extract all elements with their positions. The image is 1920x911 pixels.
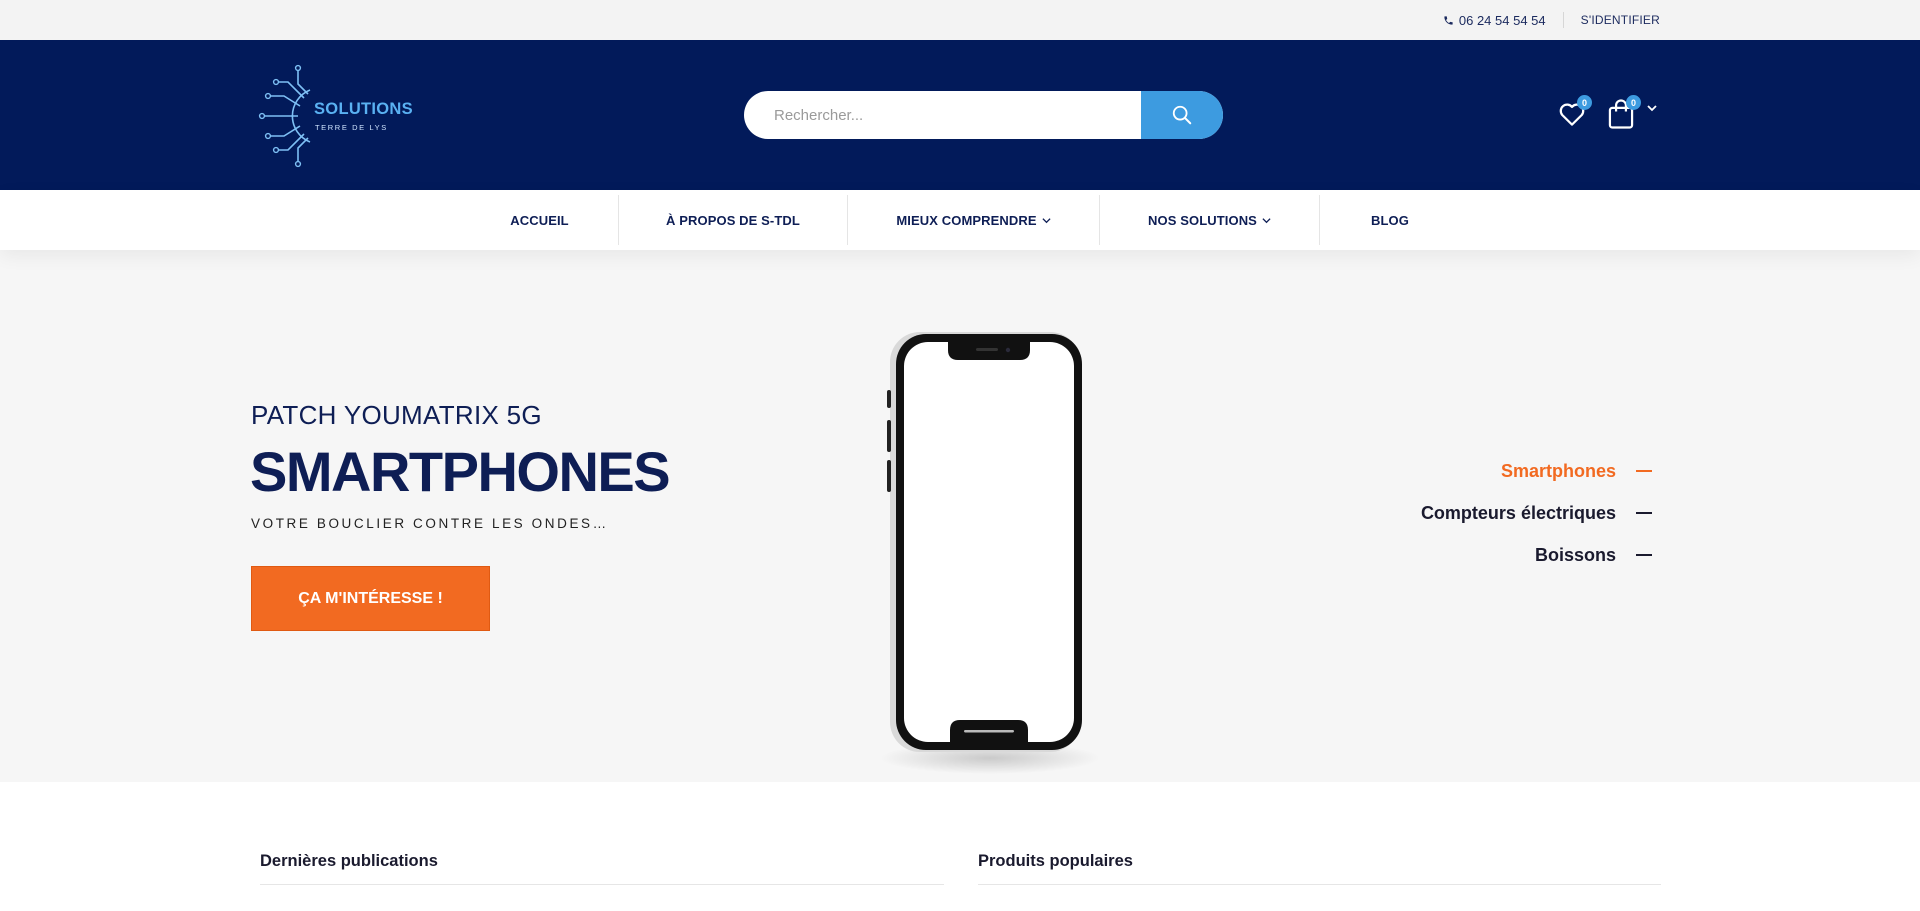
- hero-slider: PATCH YOUMATRIX 5G SMARTPHONES VOTRE BOU…: [0, 250, 1920, 782]
- chevron-down-icon: [1042, 217, 1051, 223]
- slide-label: Smartphones: [1500, 460, 1616, 481]
- hero-cta-button[interactable]: ÇA M'INTÉRESSE !: [251, 566, 490, 631]
- cart-button[interactable]: 0: [1606, 95, 1641, 131]
- phone-number: 06 24 54 54 54: [1458, 12, 1546, 28]
- smartphone-image: [880, 332, 1100, 774]
- signin-link[interactable]: S'identifier: [1564, 13, 1660, 27]
- nav-item-label: MIEUX COMPRENDRE: [896, 212, 1037, 228]
- slide-label: Boissons: [1534, 544, 1616, 565]
- nav-item-label: À PROPOS DE S-TDL: [666, 212, 800, 228]
- dash-icon: [1636, 470, 1652, 472]
- nav-items: ACCUEIL À PROPOS DE S-TDL MIEUX COMPREND…: [461, 190, 1460, 250]
- wishlist-button[interactable]: 0: [1557, 95, 1592, 131]
- chevron-down-icon[interactable]: [1646, 103, 1658, 113]
- search-icon: [1172, 105, 1192, 125]
- top-bar: 06 24 54 54 54 S'identifier: [0, 0, 1920, 40]
- logo-title: SOLUTIONS: [314, 100, 413, 118]
- latest-posts-heading: Dernières publications: [260, 852, 438, 870]
- search-bar: [744, 91, 1223, 139]
- nav-item-nos-solutions[interactable]: NOS SOLUTIONS: [1100, 190, 1319, 250]
- divider: [260, 884, 944, 885]
- hero-title: SMARTPHONES: [250, 440, 671, 503]
- slide-link-smartphones[interactable]: Smartphones: [1421, 450, 1652, 492]
- nav-item-blog[interactable]: BLOG: [1320, 190, 1460, 250]
- logo-subtitle: TERRE DE LYS: [315, 123, 388, 132]
- logo[interactable]: SOLUTIONS TERRE DE LYS: [258, 64, 418, 168]
- nav-item-label: ACCUEIL: [510, 212, 569, 228]
- popular-products-heading: Produits populaires: [978, 852, 1133, 870]
- divider: [978, 884, 1661, 885]
- slider-nav: Smartphones Compteurs électriques Boisso…: [1421, 450, 1652, 576]
- dash-icon: [1636, 554, 1652, 556]
- nav-item-accueil[interactable]: ACCUEIL: [461, 190, 618, 250]
- slide-link-compteurs[interactable]: Compteurs électriques: [1421, 492, 1652, 534]
- circuit-logo-icon: [258, 64, 311, 168]
- dash-icon: [1636, 512, 1652, 514]
- chevron-down-icon: [1262, 217, 1271, 223]
- nav-item-mieux-comprendre[interactable]: MIEUX COMPRENDRE: [848, 190, 1099, 250]
- hero-tagline: VOTRE BOUCLIER CONTRE LES ONDES…: [251, 516, 609, 531]
- wishlist-count-badge: 0: [1577, 95, 1592, 110]
- top-bar-links: 06 24 54 54 54 S'identifier: [1443, 0, 1660, 40]
- nav-item-a-propos[interactable]: À PROPOS DE S-TDL: [619, 190, 847, 250]
- cart-count-badge: 0: [1626, 95, 1641, 110]
- nav-item-label: NOS SOLUTIONS: [1148, 212, 1257, 228]
- phone-icon: [1444, 15, 1453, 25]
- header: SOLUTIONS TERRE DE LYS 0 0: [0, 40, 1920, 190]
- hero-subtitle: PATCH YOUMATRIX 5G: [251, 400, 542, 430]
- slide-label: Compteurs électriques: [1420, 502, 1616, 523]
- main-nav: ACCUEIL À PROPOS DE S-TDL MIEUX COMPREND…: [0, 190, 1920, 250]
- search-button[interactable]: [1141, 91, 1223, 139]
- nav-item-label: BLOG: [1371, 212, 1409, 228]
- phone-link[interactable]: 06 24 54 54 54: [1443, 12, 1564, 28]
- search-input[interactable]: [744, 91, 1141, 139]
- slide-link-boissons[interactable]: Boissons: [1421, 534, 1652, 576]
